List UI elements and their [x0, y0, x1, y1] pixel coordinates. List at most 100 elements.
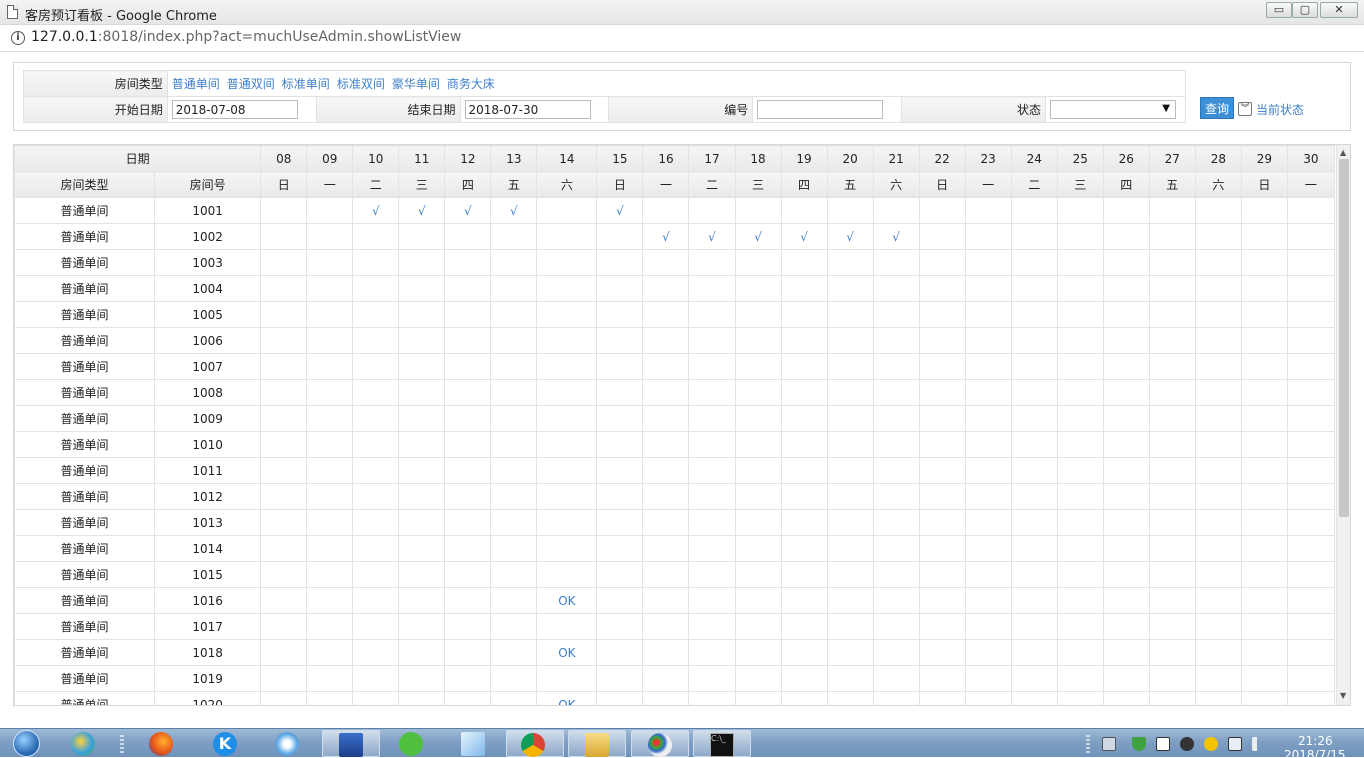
booking-cell[interactable]: [306, 197, 354, 224]
booking-cell[interactable]: [734, 405, 782, 432]
booking-cell[interactable]: [596, 483, 644, 510]
booking-cell[interactable]: [734, 379, 782, 406]
scroll-down-icon[interactable]: ▼: [1340, 691, 1346, 700]
booking-cell[interactable]: [780, 561, 828, 588]
booking-cell[interactable]: OK: [536, 639, 598, 666]
booking-cell[interactable]: [826, 483, 874, 510]
booking-cell[interactable]: [688, 405, 736, 432]
booking-cell[interactable]: [964, 561, 1012, 588]
booking-cell[interactable]: [918, 327, 966, 354]
booking-cell[interactable]: [1010, 587, 1058, 614]
booking-cell[interactable]: [596, 327, 644, 354]
booking-cell[interactable]: [918, 223, 966, 250]
booking-cell[interactable]: [1148, 379, 1196, 406]
booking-cell[interactable]: [826, 587, 874, 614]
booking-cell[interactable]: [734, 639, 782, 666]
booking-cell[interactable]: [780, 249, 828, 276]
booking-cell[interactable]: [260, 327, 308, 354]
booking-cell[interactable]: [964, 587, 1012, 614]
booking-cell[interactable]: [490, 431, 538, 458]
booking-cell[interactable]: [1240, 691, 1288, 705]
booking-cell[interactable]: [1102, 509, 1150, 536]
booking-cell[interactable]: [964, 509, 1012, 536]
booking-cell[interactable]: [872, 301, 920, 328]
booking-cell[interactable]: [490, 327, 538, 354]
booking-cell[interactable]: [826, 509, 874, 536]
table-row[interactable]: 普通单间 1004: [14, 275, 1336, 302]
table-row[interactable]: 普通单间 1018 OK: [14, 639, 1336, 666]
taskbar-app[interactable]: [146, 729, 180, 758]
room-type-link[interactable]: 普通单间: [172, 77, 220, 91]
booking-cell[interactable]: [1056, 665, 1104, 692]
booking-cell[interactable]: [1148, 301, 1196, 328]
booking-cell[interactable]: [688, 665, 736, 692]
booking-cell[interactable]: [306, 249, 354, 276]
booking-cell[interactable]: [444, 301, 492, 328]
booking-cell[interactable]: [398, 301, 446, 328]
network-device-icon[interactable]: [1156, 737, 1170, 751]
booking-cell[interactable]: [352, 639, 400, 666]
booking-cell[interactable]: [964, 639, 1012, 666]
booking-cell[interactable]: [490, 275, 538, 302]
booking-cell[interactable]: [352, 405, 400, 432]
booking-cell[interactable]: [642, 483, 690, 510]
booking-cell[interactable]: [642, 509, 690, 536]
url-text[interactable]: 127.0.0.1:8018/index.php?act=muchUseAdmi…: [31, 29, 461, 45]
keyboard-icon[interactable]: [1102, 737, 1116, 751]
booking-cell[interactable]: [1286, 535, 1336, 562]
plus-badge-icon[interactable]: [1204, 737, 1218, 751]
booking-cell[interactable]: [1148, 535, 1196, 562]
booking-cell[interactable]: [306, 483, 354, 510]
booking-cell[interactable]: [306, 535, 354, 562]
booking-cell[interactable]: [260, 275, 308, 302]
booking-cell[interactable]: [596, 613, 644, 640]
booking-cell[interactable]: [536, 613, 598, 640]
query-button[interactable]: 查询: [1200, 97, 1234, 119]
booking-cell[interactable]: [352, 509, 400, 536]
booking-cell[interactable]: [964, 275, 1012, 302]
booking-cell[interactable]: [1148, 197, 1196, 224]
booking-cell[interactable]: [1102, 353, 1150, 380]
table-row[interactable]: 普通单间 1003: [14, 249, 1336, 276]
taskbar-app-active[interactable]: [322, 730, 380, 757]
booking-cell[interactable]: [734, 431, 782, 458]
booking-cell[interactable]: [1286, 327, 1336, 354]
booking-cell[interactable]: [1010, 509, 1058, 536]
booking-cell[interactable]: [444, 223, 492, 250]
booking-cell[interactable]: [826, 457, 874, 484]
booking-cell[interactable]: [444, 431, 492, 458]
booking-cell[interactable]: [688, 561, 736, 588]
booking-cell[interactable]: [964, 223, 1012, 250]
booking-cell[interactable]: [872, 639, 920, 666]
booking-cell[interactable]: [1286, 509, 1336, 536]
room-type-link[interactable]: 商务大床: [447, 77, 495, 91]
booking-cell[interactable]: [444, 691, 492, 705]
booking-cell[interactable]: [444, 275, 492, 302]
booking-cell[interactable]: [1102, 691, 1150, 705]
booking-cell[interactable]: [1194, 639, 1242, 666]
booking-cell[interactable]: [918, 691, 966, 705]
booking-cell[interactable]: [444, 353, 492, 380]
booking-cell[interactable]: [398, 587, 446, 614]
booking-cell[interactable]: [642, 665, 690, 692]
booking-cell[interactable]: [1148, 353, 1196, 380]
booking-cell[interactable]: [444, 561, 492, 588]
booking-cell[interactable]: [260, 353, 308, 380]
scroll-thumb[interactable]: [1339, 159, 1349, 517]
booking-cell[interactable]: [872, 587, 920, 614]
booking-cell[interactable]: [872, 197, 920, 224]
booking-cell[interactable]: [642, 249, 690, 276]
booking-cell[interactable]: [490, 483, 538, 510]
booking-cell[interactable]: [398, 379, 446, 406]
booking-cell[interactable]: [596, 639, 644, 666]
status-select[interactable]: ▼: [1049, 100, 1176, 119]
booking-cell[interactable]: [780, 509, 828, 536]
booking-cell[interactable]: [1056, 561, 1104, 588]
booking-cell[interactable]: [734, 509, 782, 536]
booking-cell[interactable]: √: [734, 223, 782, 250]
booking-cell[interactable]: [398, 353, 446, 380]
booking-cell[interactable]: [872, 379, 920, 406]
window-titlebar[interactable]: 客房预订看板 - Google Chrome ▭ ▢ ✕: [0, 0, 1364, 25]
number-input[interactable]: [757, 100, 884, 119]
booking-cell[interactable]: [964, 535, 1012, 562]
